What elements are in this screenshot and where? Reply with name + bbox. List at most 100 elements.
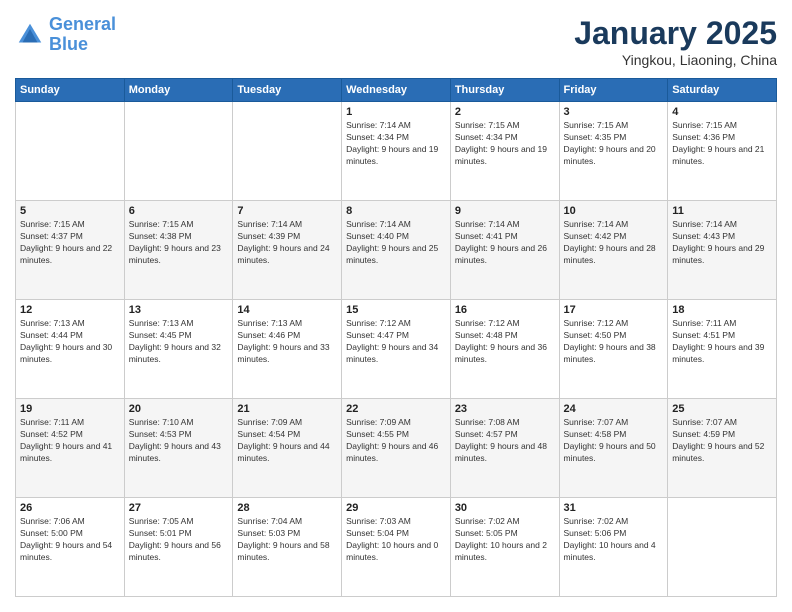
day-number: 23 xyxy=(455,403,555,415)
week-row-5: 26 Sunrise: 7:06 AMSunset: 5:00 PMDayligh… xyxy=(16,498,777,597)
calendar-cell: 11 Sunrise: 7:14 AMSunset: 4:43 PMDayligh… xyxy=(668,201,777,300)
calendar-cell: 7 Sunrise: 7:14 AMSunset: 4:39 PMDaylight… xyxy=(233,201,342,300)
calendar-cell: 8 Sunrise: 7:14 AMSunset: 4:40 PMDaylight… xyxy=(342,201,451,300)
cell-info: Sunrise: 7:13 AMSunset: 4:46 PMDaylight:… xyxy=(237,318,337,366)
calendar-cell: 6 Sunrise: 7:15 AMSunset: 4:38 PMDaylight… xyxy=(124,201,233,300)
header-saturday: Saturday xyxy=(668,79,777,102)
cell-info: Sunrise: 7:03 AMSunset: 5:04 PMDaylight:… xyxy=(346,516,446,564)
calendar-cell: 5 Sunrise: 7:15 AMSunset: 4:37 PMDaylight… xyxy=(16,201,125,300)
cell-info: Sunrise: 7:14 AMSunset: 4:42 PMDaylight:… xyxy=(564,219,664,267)
day-number: 24 xyxy=(564,403,664,415)
header: General Blue January 2025 Yingkou, Liaon… xyxy=(15,15,777,68)
day-number: 27 xyxy=(129,502,229,514)
day-number: 25 xyxy=(672,403,772,415)
cell-info: Sunrise: 7:05 AMSunset: 5:01 PMDaylight:… xyxy=(129,516,229,564)
day-number: 31 xyxy=(564,502,664,514)
day-number: 13 xyxy=(129,304,229,316)
day-number: 11 xyxy=(672,205,772,217)
cell-info: Sunrise: 7:07 AMSunset: 4:58 PMDaylight:… xyxy=(564,417,664,465)
day-number: 14 xyxy=(237,304,337,316)
calendar-cell: 16 Sunrise: 7:12 AMSunset: 4:48 PMDayligh… xyxy=(450,300,559,399)
week-row-2: 5 Sunrise: 7:15 AMSunset: 4:37 PMDaylight… xyxy=(16,201,777,300)
cell-info: Sunrise: 7:07 AMSunset: 4:59 PMDaylight:… xyxy=(672,417,772,465)
logo: General Blue xyxy=(15,15,116,55)
cell-info: Sunrise: 7:12 AMSunset: 4:47 PMDaylight:… xyxy=(346,318,446,366)
week-row-4: 19Sunrise: 7:11 AMSunset: 4:52 PMDayligh… xyxy=(16,399,777,498)
cell-info: Sunrise: 7:10 AMSunset: 4:53 PMDaylight:… xyxy=(129,417,229,465)
cell-info: Sunrise: 7:13 AMSunset: 4:44 PMDaylight:… xyxy=(20,318,120,366)
day-number: 16 xyxy=(455,304,555,316)
month-title: January 2025 xyxy=(574,15,777,52)
day-number: 12 xyxy=(20,304,120,316)
day-number: 10 xyxy=(564,205,664,217)
calendar-cell xyxy=(668,498,777,597)
calendar-cell: 17 Sunrise: 7:12 AMSunset: 4:50 PMDayligh… xyxy=(559,300,668,399)
day-number: 20 xyxy=(129,403,229,415)
cell-info: Sunrise: 7:13 AMSunset: 4:45 PMDaylight:… xyxy=(129,318,229,366)
day-number: 26 xyxy=(20,502,120,514)
logo-icon xyxy=(15,20,45,50)
cell-info: Sunrise: 7:15 AMSunset: 4:38 PMDaylight:… xyxy=(129,219,229,267)
calendar-cell: 4Sunrise: 7:15 AMSunset: 4:36 PMDaylight… xyxy=(668,102,777,201)
day-number: 5 xyxy=(20,205,120,217)
day-number: 7 xyxy=(237,205,337,217)
cell-info: Sunrise: 7:12 AMSunset: 4:50 PMDaylight:… xyxy=(564,318,664,366)
calendar: Sunday Monday Tuesday Wednesday Thursday… xyxy=(15,78,777,597)
cell-info: Sunrise: 7:15 AMSunset: 4:34 PMDaylight:… xyxy=(455,120,555,168)
day-number: 18 xyxy=(672,304,772,316)
cell-info: Sunrise: 7:11 AMSunset: 4:51 PMDaylight:… xyxy=(672,318,772,366)
header-friday: Friday xyxy=(559,79,668,102)
cell-info: Sunrise: 7:02 AMSunset: 5:05 PMDaylight:… xyxy=(455,516,555,564)
header-wednesday: Wednesday xyxy=(342,79,451,102)
logo-text: General Blue xyxy=(49,15,116,55)
header-tuesday: Tuesday xyxy=(233,79,342,102)
cell-info: Sunrise: 7:12 AMSunset: 4:48 PMDaylight:… xyxy=(455,318,555,366)
day-number: 19 xyxy=(20,403,120,415)
day-number: 28 xyxy=(237,502,337,514)
calendar-cell xyxy=(16,102,125,201)
week-row-3: 12 Sunrise: 7:13 AMSunset: 4:44 PMDayligh… xyxy=(16,300,777,399)
calendar-cell: 23 Sunrise: 7:08 AMSunset: 4:57 PMDayligh… xyxy=(450,399,559,498)
calendar-cell: 30 Sunrise: 7:02 AMSunset: 5:05 PMDayligh… xyxy=(450,498,559,597)
cell-info: Sunrise: 7:15 AMSunset: 4:36 PMDaylight:… xyxy=(672,120,772,168)
cell-info: Sunrise: 7:14 AMSunset: 4:41 PMDaylight:… xyxy=(455,219,555,267)
calendar-cell: 27 Sunrise: 7:05 AMSunset: 5:01 PMDayligh… xyxy=(124,498,233,597)
day-number: 29 xyxy=(346,502,446,514)
cell-info: Sunrise: 7:09 AMSunset: 4:54 PMDaylight:… xyxy=(237,417,337,465)
week-row-1: 1Sunrise: 7:14 AMSunset: 4:34 PMDaylight… xyxy=(16,102,777,201)
cell-info: Sunrise: 7:14 AMSunset: 4:40 PMDaylight:… xyxy=(346,219,446,267)
cell-info: Sunrise: 7:14 AMSunset: 4:43 PMDaylight:… xyxy=(672,219,772,267)
cell-info: Sunrise: 7:15 AMSunset: 4:37 PMDaylight:… xyxy=(20,219,120,267)
calendar-cell: 1Sunrise: 7:14 AMSunset: 4:34 PMDaylight… xyxy=(342,102,451,201)
cell-info: Sunrise: 7:14 AMSunset: 4:39 PMDaylight:… xyxy=(237,219,337,267)
calendar-cell: 13 Sunrise: 7:13 AMSunset: 4:45 PMDayligh… xyxy=(124,300,233,399)
logo-line1: General xyxy=(49,14,116,34)
page: General Blue January 2025 Yingkou, Liaon… xyxy=(0,0,792,612)
calendar-cell: 21 Sunrise: 7:09 AMSunset: 4:54 PMDayligh… xyxy=(233,399,342,498)
cell-info: Sunrise: 7:09 AMSunset: 4:55 PMDaylight:… xyxy=(346,417,446,465)
calendar-cell: 20 Sunrise: 7:10 AMSunset: 4:53 PMDayligh… xyxy=(124,399,233,498)
calendar-cell: 28Sunrise: 7:04 AMSunset: 5:03 PMDayligh… xyxy=(233,498,342,597)
day-number: 22 xyxy=(346,403,446,415)
day-number: 6 xyxy=(129,205,229,217)
day-number: 30 xyxy=(455,502,555,514)
calendar-cell xyxy=(124,102,233,201)
calendar-cell: 25 Sunrise: 7:07 AMSunset: 4:59 PMDayligh… xyxy=(668,399,777,498)
calendar-cell: 2Sunrise: 7:15 AMSunset: 4:34 PMDaylight… xyxy=(450,102,559,201)
calendar-cell: 29 Sunrise: 7:03 AMSunset: 5:04 PMDayligh… xyxy=(342,498,451,597)
cell-info: Sunrise: 7:06 AMSunset: 5:00 PMDaylight:… xyxy=(20,516,120,564)
cell-info: Sunrise: 7:02 AMSunset: 5:06 PMDaylight:… xyxy=(564,516,664,564)
calendar-cell xyxy=(233,102,342,201)
calendar-cell: 26 Sunrise: 7:06 AMSunset: 5:00 PMDayligh… xyxy=(16,498,125,597)
calendar-cell: 10 Sunrise: 7:14 AMSunset: 4:42 PMDayligh… xyxy=(559,201,668,300)
day-number: 15 xyxy=(346,304,446,316)
header-thursday: Thursday xyxy=(450,79,559,102)
calendar-cell: 24 Sunrise: 7:07 AMSunset: 4:58 PMDayligh… xyxy=(559,399,668,498)
day-number: 8 xyxy=(346,205,446,217)
header-monday: Monday xyxy=(124,79,233,102)
day-number: 17 xyxy=(564,304,664,316)
calendar-cell: 19Sunrise: 7:11 AMSunset: 4:52 PMDayligh… xyxy=(16,399,125,498)
day-number: 21 xyxy=(237,403,337,415)
calendar-cell: 22 Sunrise: 7:09 AMSunset: 4:55 PMDayligh… xyxy=(342,399,451,498)
cell-info: Sunrise: 7:08 AMSunset: 4:57 PMDaylight:… xyxy=(455,417,555,465)
